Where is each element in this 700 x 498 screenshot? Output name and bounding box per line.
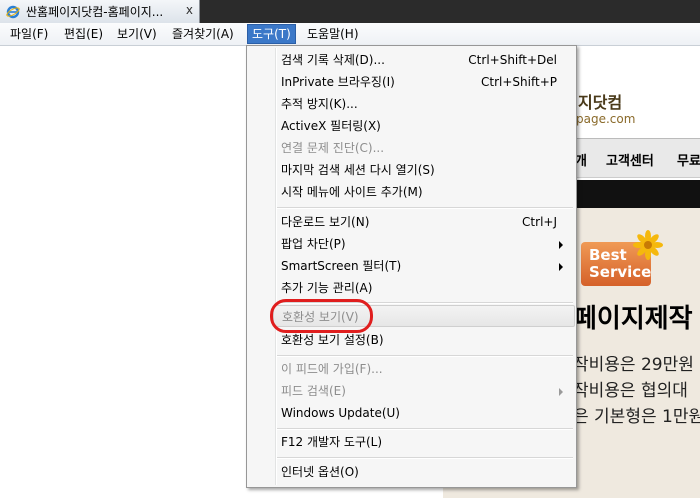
menu-item-smartscreen[interactable]: SmartScreen 필터(T) bbox=[281, 255, 571, 277]
menu-item-label: 추적 방지(K)... bbox=[281, 97, 358, 111]
tab-close-icon[interactable]: x bbox=[186, 3, 193, 17]
tab-bar: 싼홈페이지닷컴-홈페이지... x bbox=[0, 0, 700, 23]
menu-item-inprivate[interactable]: InPrivate 브라우징(I) Ctrl+Shift+P bbox=[281, 71, 571, 93]
site-headline: 페이지제작 bbox=[573, 304, 693, 334]
menu-edit[interactable]: 편집(E) bbox=[60, 25, 107, 43]
menu-item-label: 인터넷 옵션(O) bbox=[281, 465, 359, 479]
menu-tools[interactable]: 도구(T) bbox=[247, 24, 296, 44]
menu-item-subscribe-feed[interactable]: 이 피드에 가입(F)... bbox=[281, 358, 571, 380]
menu-item-label: InPrivate 브라우징(I) bbox=[281, 75, 395, 89]
menu-item-feed-discovery[interactable]: 피드 검색(E) bbox=[281, 380, 571, 402]
tools-menu-dropdown: 검색 기록 삭제(D)... Ctrl+Shift+Del InPrivate … bbox=[246, 45, 577, 488]
menu-favorites[interactable]: 즐겨찾기(A) bbox=[168, 25, 238, 43]
menu-item-activex-filtering[interactable]: ActiveX 필터링(X) bbox=[281, 115, 571, 137]
site-text-line-1: 작비용은 29만원 bbox=[573, 355, 694, 375]
menu-item-shortcut: Ctrl+Shift+P bbox=[481, 75, 557, 89]
menu-item-view-downloads[interactable]: 다운로드 보기(N) Ctrl+J bbox=[281, 211, 571, 233]
site-logo-text: 지닷컴 bbox=[578, 93, 623, 112]
menu-item-diagnose-connection[interactable]: 연결 문제 진단(C)... bbox=[281, 137, 571, 159]
menu-item-label: 팝업 차단(P) bbox=[281, 237, 346, 251]
menu-item-label: 다운로드 보기(N) bbox=[281, 215, 370, 229]
menu-item-label: 검색 기록 삭제(D)... bbox=[281, 53, 385, 67]
menu-item-label: SmartScreen 필터(T) bbox=[281, 259, 402, 273]
site-logo-url: page.com bbox=[576, 112, 636, 126]
menu-item-label: 호환성 보기 설정(B) bbox=[281, 333, 384, 347]
internet-explorer-icon bbox=[6, 5, 20, 18]
menu-item-label: Windows Update(U) bbox=[281, 406, 400, 420]
menu-item-manage-addons[interactable]: 추가 기능 관리(A) bbox=[281, 277, 571, 299]
menu-item-label: 연결 문제 진단(C)... bbox=[281, 141, 385, 155]
menu-help[interactable]: 도움말(H) bbox=[303, 25, 363, 43]
menu-file[interactable]: 파일(F) bbox=[6, 25, 52, 43]
site-text-line-2: 작비용은 협의대 bbox=[573, 381, 688, 401]
menu-separator bbox=[277, 207, 573, 209]
menu-bar: 파일(F) 편집(E) 보기(V) 즐겨찾기(A) 도구(T) 도움말(H) bbox=[0, 23, 700, 46]
menu-separator bbox=[277, 457, 573, 459]
menu-item-tracking-protection[interactable]: 추적 방지(K)... bbox=[281, 93, 571, 115]
menu-view[interactable]: 보기(V) bbox=[113, 25, 161, 43]
menu-icon-gutter bbox=[275, 48, 277, 485]
site-nav-free[interactable]: 무료 bbox=[677, 150, 700, 169]
menu-item-add-to-start[interactable]: 시작 메뉴에 사이트 추가(M) bbox=[281, 181, 571, 203]
menu-separator bbox=[277, 428, 573, 430]
flower-icon bbox=[633, 230, 663, 260]
menu-item-shortcut: Ctrl+J bbox=[522, 215, 557, 229]
menu-item-reopen-session[interactable]: 마지막 검색 세션 다시 열기(S) bbox=[281, 159, 571, 181]
menu-separator bbox=[277, 355, 573, 357]
site-text-line-3: 은 기본형은 1만원 bbox=[573, 407, 700, 427]
submenu-arrow-icon bbox=[559, 263, 563, 271]
submenu-arrow-icon bbox=[559, 388, 563, 396]
menu-item-developer-tools[interactable]: F12 개발자 도구(L) bbox=[281, 431, 571, 453]
menu-item-shortcut: Ctrl+Shift+Del bbox=[468, 53, 557, 67]
submenu-arrow-icon bbox=[559, 241, 563, 249]
menu-item-delete-history[interactable]: 검색 기록 삭제(D)... Ctrl+Shift+Del bbox=[281, 49, 571, 71]
menu-item-label: 시작 메뉴에 사이트 추가(M) bbox=[281, 185, 423, 199]
menu-item-internet-options[interactable]: 인터넷 옵션(O) bbox=[281, 461, 571, 483]
site-nav-customer-center[interactable]: 고객센터 bbox=[606, 150, 654, 169]
menu-item-label: 피드 검색(E) bbox=[281, 384, 346, 398]
badge-line-2: Service bbox=[589, 263, 652, 281]
menu-item-label: F12 개발자 도구(L) bbox=[281, 435, 383, 449]
menu-item-windows-update[interactable]: Windows Update(U) bbox=[281, 402, 571, 424]
menu-item-label: 마지막 검색 세션 다시 열기(S) bbox=[281, 163, 435, 177]
annotation-circle bbox=[270, 299, 373, 333]
browser-tab[interactable]: 싼홈페이지닷컴-홈페이지... x bbox=[0, 0, 200, 23]
menu-item-label: ActiveX 필터링(X) bbox=[281, 119, 381, 133]
menu-item-label: 추가 기능 관리(A) bbox=[281, 281, 373, 295]
tab-title: 싼홈페이지닷컴-홈페이지... bbox=[26, 5, 164, 19]
menu-item-popup-blocker[interactable]: 팝업 차단(P) bbox=[281, 233, 571, 255]
menu-item-label: 이 피드에 가입(F)... bbox=[281, 362, 383, 376]
